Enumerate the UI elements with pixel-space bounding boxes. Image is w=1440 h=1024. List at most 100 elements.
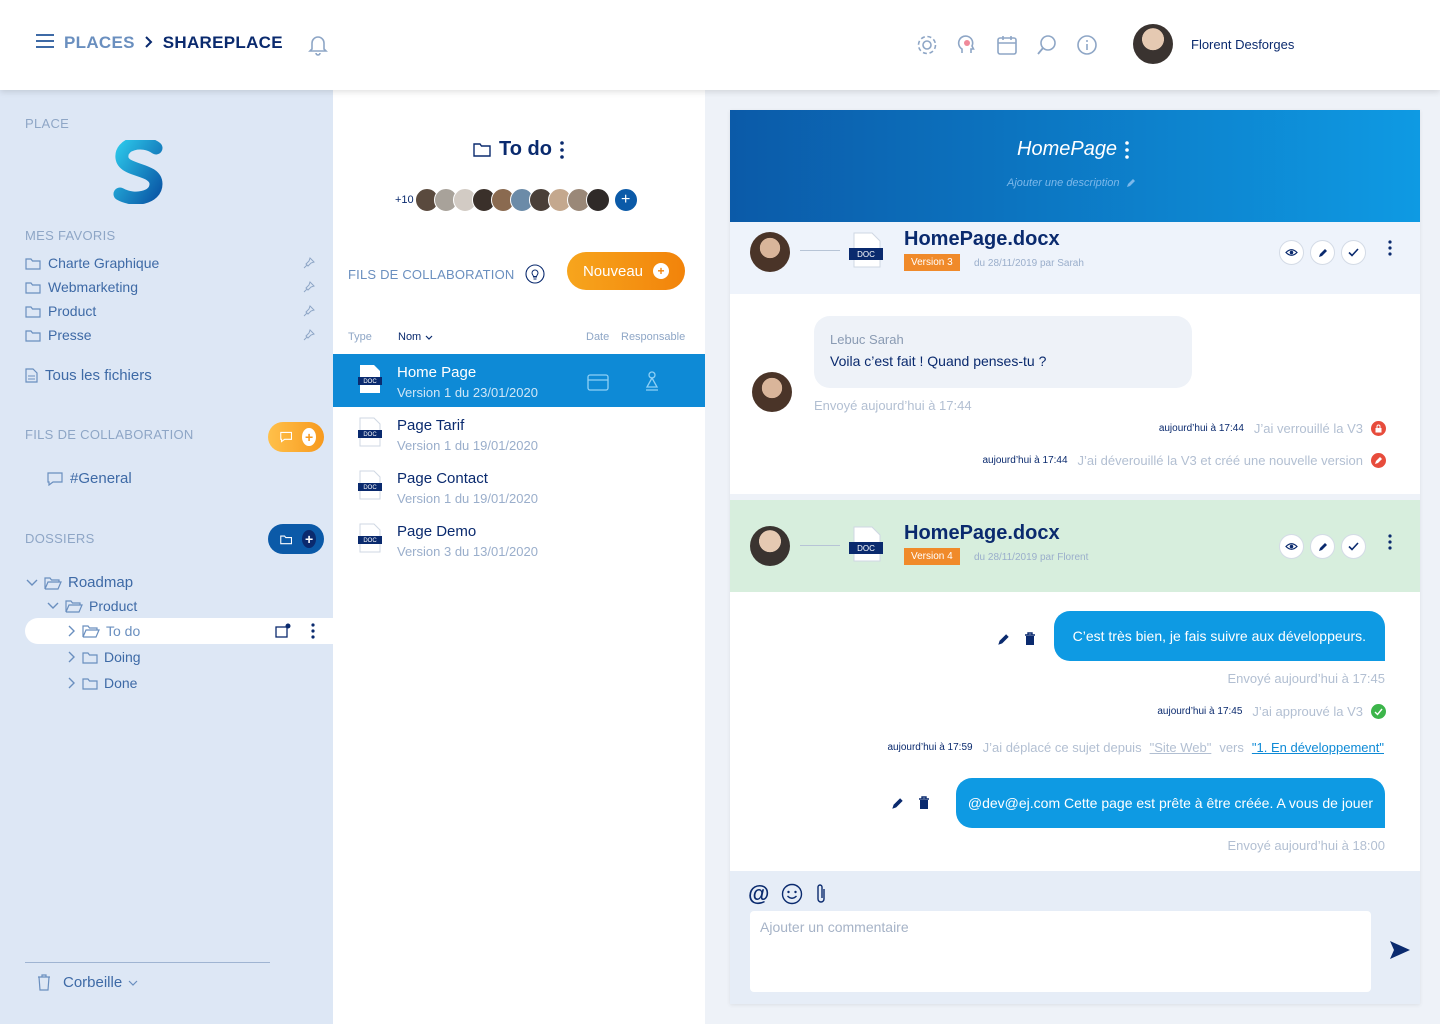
all-files-link[interactable]: Tous les fichiers (25, 367, 315, 384)
assignee-icon[interactable] (644, 371, 660, 391)
message-text: Voila c’est fait ! Quand penses-tu ? (830, 353, 1047, 369)
pin-icon[interactable] (303, 329, 315, 341)
channel-general[interactable]: #General (47, 470, 337, 487)
pin-icon[interactable] (303, 305, 315, 317)
version-actions (1279, 534, 1366, 559)
pencil-icon[interactable] (1126, 178, 1136, 188)
folder-icon (25, 281, 41, 294)
brain-icon[interactable] (954, 32, 980, 58)
edit-button[interactable] (1310, 534, 1335, 559)
doc-file-icon[interactable]: DOC (848, 526, 884, 562)
chevron-right-icon[interactable] (68, 625, 76, 637)
breadcrumb-places[interactable]: PLACES (64, 33, 135, 53)
avatar (1133, 24, 1173, 64)
trash-icon[interactable] (1024, 632, 1036, 646)
favorite-label: Presse (48, 327, 92, 343)
folder-icon (25, 257, 41, 270)
mention-icon[interactable]: @ (748, 881, 769, 907)
emoji-icon[interactable] (781, 883, 803, 905)
approve-button[interactable] (1341, 240, 1366, 265)
col-owner[interactable]: Responsable (621, 331, 685, 343)
col-date[interactable]: Date (586, 331, 609, 343)
info-icon[interactable] (1074, 32, 1100, 58)
message-author: Lebuc Sarah (830, 332, 904, 347)
pencil-icon[interactable] (891, 797, 904, 810)
calendar-icon[interactable] (994, 32, 1020, 58)
plus-icon: + (302, 530, 316, 548)
detail-title-text: HomePage (1017, 138, 1118, 160)
favorite-label: Product (48, 303, 97, 319)
chevron-down-icon[interactable] (26, 579, 38, 587)
chat-icon (47, 471, 63, 486)
doc-badge: DOC (857, 250, 875, 259)
col-type[interactable]: Type (348, 331, 372, 343)
send-icon[interactable] (1389, 940, 1411, 960)
lightbulb-icon[interactable] (524, 264, 545, 284)
log-link-to[interactable]: "1. En développement" (1252, 740, 1384, 755)
new-button[interactable]: Nouveau + (567, 252, 685, 290)
chevron-right-icon[interactable] (68, 651, 76, 663)
pin-icon[interactable] (303, 281, 315, 293)
gear-icon[interactable] (914, 32, 940, 58)
doc-file-icon[interactable]: DOC (848, 232, 884, 268)
file-row[interactable]: DOC Page Contact Version 1 du 19/01/2020 (333, 460, 705, 513)
tree-item-doing[interactable]: Doing (68, 649, 141, 665)
chevron-right-icon[interactable] (68, 677, 76, 689)
file-row-selected[interactable]: DOC Home Page Version 1 du 23/01/2020 (333, 354, 705, 407)
search-icon[interactable] (1034, 32, 1060, 58)
tree-label: To do (106, 623, 141, 639)
version-meta: du 28/11/2019 par Florent (974, 552, 1089, 563)
trash-menu[interactable]: Corbeille (37, 974, 138, 991)
approve-button[interactable] (1341, 534, 1366, 559)
tree-item-done[interactable]: Done (68, 675, 137, 691)
tree-label: Product (89, 598, 138, 614)
tree-item-todo[interactable]: To do (68, 623, 140, 639)
col-name[interactable]: Nom (398, 331, 433, 343)
tree-item-roadmap[interactable]: Roadmap (26, 574, 133, 591)
comment-input[interactable]: Ajouter un commentaire (750, 911, 1371, 992)
file-row[interactable]: DOC Page Demo Version 3 du 13/01/2020 (333, 513, 705, 566)
log-time: aujourd’hui à 17:44 (982, 455, 1068, 466)
favorite-item[interactable]: Presse (25, 327, 315, 343)
favorite-item[interactable]: Charte Graphique (25, 255, 315, 271)
add-collab-button[interactable]: + (268, 422, 324, 452)
view-button[interactable] (1279, 240, 1304, 265)
favorite-item[interactable]: Webmarketing (25, 279, 315, 295)
menu-icon[interactable] (36, 33, 54, 53)
attachment-icon[interactable] (815, 883, 827, 905)
version-file-name[interactable]: HomePage.docx (904, 228, 1060, 251)
log-link-from[interactable]: "Site Web" (1150, 740, 1212, 755)
comment-composer: @ Ajouter un commentaire (730, 871, 1420, 1004)
divider (25, 962, 270, 963)
more-vertical-icon[interactable] (1125, 140, 1129, 159)
pin-icon[interactable] (303, 257, 315, 269)
favorite-item[interactable]: Product (25, 303, 315, 319)
chevron-right-icon (145, 33, 153, 53)
more-vertical-icon[interactable] (1388, 534, 1392, 550)
tree-item-product[interactable]: Product (47, 598, 137, 614)
view-button[interactable] (1279, 534, 1304, 559)
message-bubble-outgoing: C’est très bien, je fais suivre aux déve… (1053, 611, 1385, 661)
breadcrumb-current[interactable]: SHAREPLACE (163, 33, 283, 53)
chevron-down-icon[interactable] (47, 602, 59, 610)
description-field[interactable]: Ajouter une description (1007, 177, 1136, 189)
member-avatars[interactable]: +10 + (395, 188, 638, 212)
version-file-name[interactable]: HomePage.docx (904, 522, 1060, 545)
share-folder-icon[interactable] (275, 623, 291, 643)
edit-button[interactable] (1310, 240, 1335, 265)
pencil-icon[interactable] (997, 633, 1010, 646)
bell-icon[interactable] (308, 34, 328, 61)
doc-badge: DOC (363, 379, 377, 385)
more-vertical-icon[interactable] (1388, 240, 1392, 256)
place-title: PLACE (25, 116, 70, 131)
trash-icon[interactable] (918, 796, 930, 810)
more-vertical-icon[interactable] (560, 140, 564, 159)
add-member-button[interactable]: + (613, 188, 638, 212)
version-tag: Version 3 (904, 254, 960, 271)
add-folder-button[interactable]: + (268, 524, 324, 554)
file-row[interactable]: DOC Page Tarif Version 1 du 19/01/2020 (333, 407, 705, 460)
log-text: J’ai déplacé ce sujet depuis (982, 740, 1142, 755)
more-vertical-icon[interactable] (311, 623, 315, 644)
calendar-icon[interactable] (587, 372, 609, 391)
user-menu[interactable]: Florent Desforges (1133, 24, 1294, 64)
